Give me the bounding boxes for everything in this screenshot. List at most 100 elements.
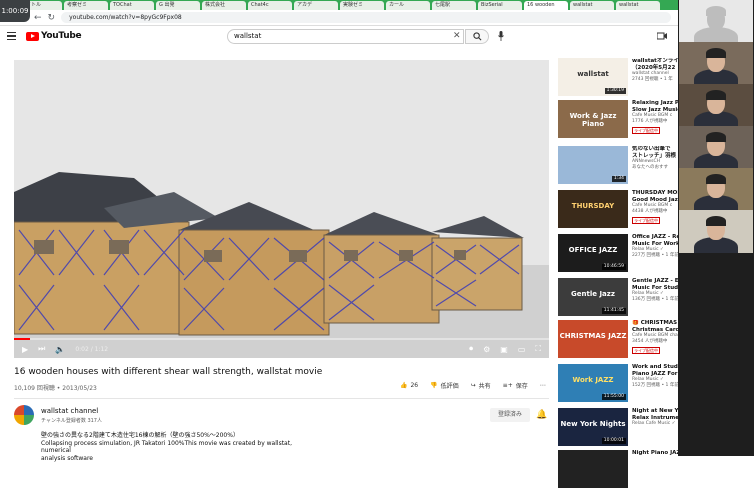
video-thumbnail[interactable]: Work JAZZ 11:55:00 (558, 364, 628, 402)
microphone-icon[interactable] (498, 31, 504, 41)
play-icon[interactable]: ▶ (22, 345, 28, 354)
browser-tab[interactable]: 実験ゼミ (340, 1, 384, 10)
video-thumbnail[interactable]: wallstat 1:30:19 (558, 58, 628, 96)
like-button[interactable]: 👍 26 (400, 382, 418, 389)
video-actions: 👍 26 👎 低評価 ↪ 共有 ≡+ 保存 ⋯ (400, 381, 546, 390)
channel-avatar[interactable] (14, 405, 34, 425)
save-label: 保存 (515, 383, 528, 390)
browser-tab[interactable]: アカデ (294, 1, 338, 10)
reload-icon[interactable]: ↻ (48, 13, 56, 23)
thumbnail-text: Gentle Jazz (571, 290, 615, 298)
video-thumbnail[interactable]: Work & Jazz Piano (558, 100, 628, 138)
video-thumbnail[interactable]: OFFICE JAZZ 10:46:59 (558, 234, 628, 272)
thumbnail-text: wallstat (577, 70, 609, 78)
channel-name[interactable]: wallstat channel (41, 407, 98, 415)
fullscreen-icon[interactable]: ⛶ (535, 344, 541, 354)
search-button[interactable] (465, 29, 489, 44)
thumbnail-text: OFFICE JAZZ (568, 246, 618, 254)
thumbnail-text: New York Nights (560, 420, 626, 428)
participant-video-tile[interactable] (679, 168, 753, 211)
youtube-wordmark: YouTube (41, 31, 82, 41)
browser-tab[interactable]: Chat4c (248, 1, 292, 10)
duration-badge: 10:46:59 (601, 264, 626, 270)
recommended-video-views: 2743 回視聴 • 1 年 (632, 77, 673, 82)
participant-video-tile[interactable] (679, 210, 753, 253)
recommended-video-title: Relaxing Jazz Pi (632, 100, 680, 106)
browser-tab[interactable]: 七尾駅 (432, 1, 476, 10)
browser-tab[interactable]: BizSerial (478, 1, 522, 10)
clear-search-icon[interactable]: ✕ (453, 31, 461, 41)
recommended-video-title: wallstatオンライ (632, 58, 679, 64)
live-badge: ライブ配信中 (632, 217, 660, 224)
search-icon (472, 32, 481, 41)
recommended-video-views: 136万 回視聴 • 1 年前 に配信済み (632, 297, 680, 302)
miniplayer-icon[interactable]: ▣ (500, 345, 508, 354)
live-badge: ライブ配信中 (632, 127, 660, 134)
video-thumbnail[interactable]: THURSDAY (558, 190, 628, 228)
live-badge: ライブ配信中 (632, 347, 660, 354)
video-thumbnail[interactable]: New York Nights 10:00:01 (558, 408, 628, 446)
share-button[interactable]: ↪ 共有 (471, 381, 491, 390)
autoplay-toggle-icon[interactable]: ⏺ (469, 344, 473, 354)
recommended-video-info: 気のない出筆で ストレッチ」羽根 ANNnewsCH あなたへのおすす (632, 146, 680, 171)
next-icon[interactable]: ⏭ (38, 344, 45, 354)
duration-badge: 1:30:19 (604, 88, 626, 94)
description-line: 壁の強さの異なる2階建て木造住宅16棟の解析（壁の強さ50%～200%） (41, 432, 239, 439)
browser-tab[interactable]: 株式会社 (202, 1, 246, 10)
recommended-video-info: Gentle JAZZ - Elegant JAZZMusic For Stud… (632, 278, 680, 303)
dislike-button[interactable]: 👎 低評価 (430, 381, 459, 390)
description-line: Collapsing process simulation, JR Takato… (41, 439, 292, 455)
recommended-video-title: 🎁 CHRISTMAS JAZZ 2021: (632, 320, 680, 326)
theater-mode-icon[interactable]: ▭ (518, 345, 526, 354)
recommended-video-views: 3454 人が視聴中 (632, 339, 668, 344)
back-icon[interactable]: ← (34, 13, 42, 23)
notification-bell-icon[interactable]: 🔔 (536, 410, 547, 420)
participant-video-tile[interactable] (679, 42, 753, 85)
duration-badge: 10:00:01 (601, 438, 626, 444)
thumbnail-text: Work JAZZ (572, 376, 614, 384)
recommended-video-views: あなたへのおすす (632, 165, 668, 170)
duration-badge: 1:34 (611, 176, 626, 182)
video-thumbnail[interactable]: 1:34 (558, 146, 628, 184)
address-bar[interactable]: youtube.com/watch?v=8pyGc9Fpx08 (61, 12, 672, 23)
video-time: 0:02 / 1:12 (75, 345, 109, 353)
participant-video-tile[interactable] (679, 0, 753, 43)
youtube-logo[interactable]: YouTube (26, 31, 82, 41)
browser-tab[interactable]: カール (386, 1, 430, 10)
video-player[interactable] (14, 60, 549, 358)
video-thumbnail[interactable]: Gentle Jazz 11:41:45 (558, 278, 628, 316)
recommended-video-info: Work and Study JAZZ - GentlePiano JAZZ F… (632, 364, 680, 389)
participant-hair (706, 48, 726, 58)
participant-video-tile[interactable] (679, 126, 753, 169)
browser-tab[interactable]: wallstat (616, 1, 660, 10)
participant-video-tile[interactable] (679, 84, 753, 127)
search-input[interactable]: wallstat (227, 29, 464, 44)
menu-icon[interactable] (7, 32, 16, 40)
participant-hair (706, 216, 726, 226)
browser-tab[interactable]: 16 wooden (524, 1, 568, 10)
thumbnail-text: CHRISTMAS JAZZ (559, 332, 627, 340)
recommended-video-info: Night at New York Jazz Music -Relax Inst… (632, 408, 680, 427)
browser-tab-bar: ナイトル 考察ゼミ TOChat G 出発 株式会社 Chat4c アカデ 実験ゼミ カール 七尾… (0, 0, 754, 10)
settings-gear-icon[interactable]: ⚙ (483, 345, 490, 354)
video-controls: ▶ ⏭ 🔈 0:02 / 1:12 ⏺ ⚙ ▣ ▭ ⛶ (14, 340, 549, 358)
browser-tab[interactable]: G 出発 (156, 1, 200, 10)
save-button[interactable]: ≡+ 保存 (503, 381, 528, 390)
recommended-video-views: 1776 人が視聴中 (632, 119, 668, 124)
video-frame-houses (14, 60, 549, 358)
address-row: ← ↻ youtube.com/watch?v=8pyGc9Fpx08 (0, 10, 754, 26)
create-video-icon[interactable] (657, 32, 667, 40)
channel-subscriber-count: チャンネル登録者数 317人 (41, 418, 102, 424)
youtube-header: YouTube wallstat ✕ (0, 26, 754, 48)
duration-badge: 11:55:00 (601, 394, 626, 400)
subscribed-button[interactable]: 登録済み (490, 408, 530, 422)
video-description: 壁の強さの異なる2階建て木造住宅16棟の解析（壁の強さ50%～200%） Col… (41, 432, 301, 462)
more-actions-icon[interactable]: ⋯ (540, 382, 546, 389)
browser-tab[interactable]: 考察ゼミ (64, 1, 108, 10)
participant-hair (706, 6, 726, 16)
video-call-gallery (678, 0, 754, 456)
volume-icon[interactable]: 🔈 (55, 345, 65, 354)
browser-tab[interactable]: wallstat (570, 1, 614, 10)
browser-tab[interactable]: TOChat (110, 1, 154, 10)
video-thumbnail[interactable]: CHRISTMAS JAZZ (558, 320, 628, 358)
